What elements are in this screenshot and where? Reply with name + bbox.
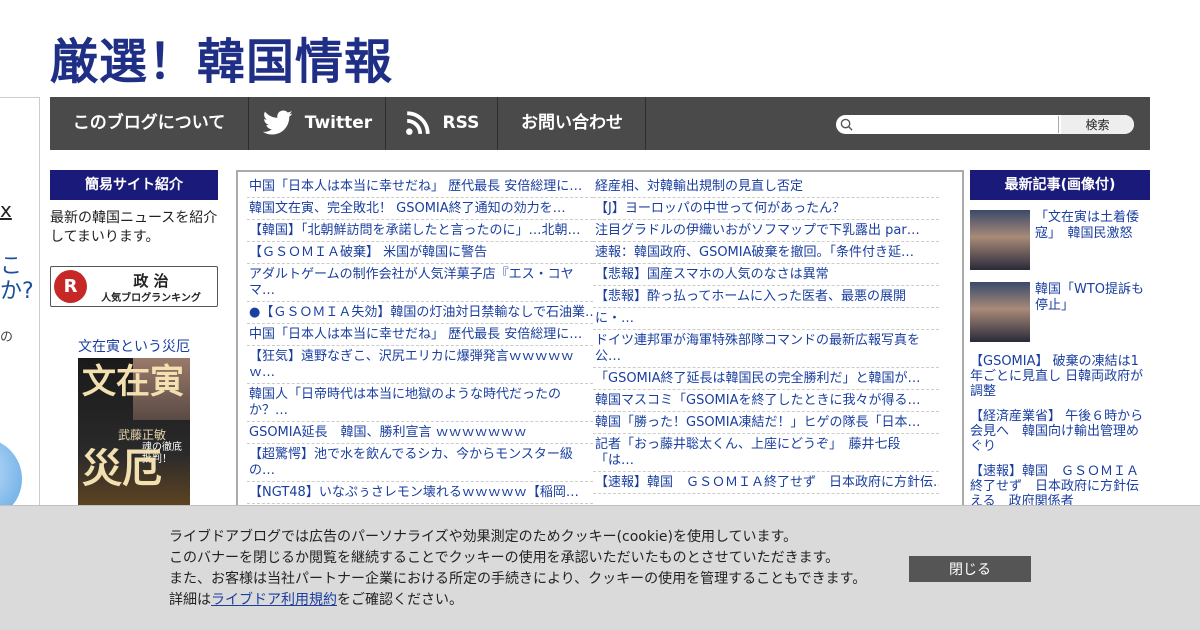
article-link[interactable]: 【経済産業省】 午後６時から会見へ 韓国向け輸出管理めぐり [970, 409, 1150, 454]
list-item[interactable]: 【韓国】「北朝鮮訪問を承諾したと言ったのに」…北朝… [247, 220, 593, 242]
cookie-banner: ライブドアブログでは広告のパーソナライズや効果測定のためクッキー(cookie)… [0, 505, 1200, 630]
list-item[interactable]: 韓国文在寅、完全敗北！ GSOMIA終了通知の効力を… [247, 198, 593, 220]
list-item[interactable]: 中国「日本人は本当に幸せだね」 歴代最長 安倍総理に… [247, 176, 593, 198]
article-thumb-title[interactable]: 「文在寅は土着倭寇」 韓国民激怒 [1035, 210, 1150, 242]
left-sidebar: 簡易サイト紹介 最新の韓国ニュースを紹介してまいります。 R 政 治 人気ブログ… [50, 170, 218, 518]
book-cover-title-2: 災厄 [82, 446, 162, 492]
list-item[interactable]: アダルトゲームの制作会社が人気洋菓子店『エス・コヤマ… [247, 264, 593, 302]
article-thumbnail[interactable] [970, 210, 1030, 270]
article-thumb-item[interactable]: 「文在寅は土着倭寇」 韓国民激怒 [970, 210, 1150, 272]
ranking-banner[interactable]: R 政 治 人気ブログランキング [50, 266, 218, 307]
list-item[interactable]: 【ＧＳＯＭＩＡ破棄】 米国が韓国に警告 [247, 242, 593, 264]
list-item[interactable]: 中国「日本人は本当に幸せだね」 歴代最長 安倍総理に… [247, 324, 593, 346]
nav-about[interactable]: このブログについて [50, 97, 249, 150]
list-item[interactable]: 【J】ヨーロッパの中世って何があったん？ [593, 198, 939, 220]
list-item[interactable]: ドイツ連邦軍が海軍特殊部隊コマンドの最新広報写真を公… [593, 330, 939, 368]
nav-contact[interactable]: お問い合わせ [499, 97, 646, 150]
list-item[interactable]: 韓国マスコミ「GSOMIAを終了したときに我々が得る… [593, 390, 939, 412]
site-intro-header: 簡易サイト紹介 [50, 170, 218, 200]
list-item[interactable]: 【超驚愕】池で水を飲んでるシカ、今からモンスター級の… [247, 444, 593, 482]
book-cover-title-1: 文在寅 [82, 362, 184, 402]
article-thumb-title[interactable]: 韓国「WTO提訴も停止」 [1035, 282, 1150, 314]
article-thumbnail[interactable] [970, 282, 1030, 342]
link-list-box: 中国「日本人は本当に幸せだね」 歴代最長 安倍総理に… 韓国文在寅、完全敗北！ … [236, 170, 964, 515]
ranking-category: 政 治 [133, 272, 169, 290]
site-title[interactable]: 厳選！韓国情報 [50, 22, 393, 92]
nav-about-label: このブログについて [72, 113, 226, 133]
list-item[interactable]: 速報：韓国政府、GSOMIA破棄を撤回。「条件付き延… [593, 242, 939, 264]
nav-rss[interactable]: RSS [387, 97, 498, 150]
list-item[interactable]: 【NGT48】いなぷぅさレモン壊れるｗｗｗｗｗ【稲岡… [247, 482, 593, 504]
nav-bar: このブログについて Twitter RSS お問い合わせ 検索 [50, 97, 1150, 150]
ranking-logo-icon: R [54, 270, 87, 303]
link-column-1: 中国「日本人は本当に幸せだね」 歴代最長 安倍総理に… 韓国文在寅、完全敗北！ … [247, 176, 593, 504]
latest-articles-header: 最新記事(画像付) [970, 170, 1150, 200]
side-ad-text-4: の [0, 330, 14, 345]
list-item[interactable]: 【悲報】酔っ払ってホームに入った医者、最悪の展開 [593, 286, 939, 308]
list-item[interactable]: 記者「おっ藤井聡太くん、上座にどうぞ」 藤井七段「は… [593, 434, 939, 472]
search-box: 検索 [836, 115, 1134, 134]
link-column-2: 経産相、対韓輸出規制の見直し否定 【J】ヨーロッパの中世って何があったん？ 注目… [593, 176, 939, 494]
list-item[interactable]: 「GSOMIA終了延長は韓国民の完全勝利だ」と韓国が… [593, 368, 939, 390]
site-intro-text: 最新の韓国ニュースを紹介してまいります。 [50, 210, 218, 245]
side-ad-strip[interactable]: x こ か? の [0, 97, 40, 517]
list-item[interactable]: 【悲報】国産スマホの人気のなさは異常 [593, 264, 939, 286]
side-ad-text-3: か? [0, 279, 34, 304]
article-link[interactable]: 【速報】韓国 ＧＳＯＭＩＡ終了せず 日本政府に方針伝える 政府関係者 [970, 464, 1150, 509]
nav-twitter-label: Twitter [304, 113, 373, 133]
article-link[interactable]: 【GSOMIA】 破棄の凍結は1年ごとに見直し 日韓両政府が調整 [970, 354, 1150, 399]
cookie-line-4: 詳細はライブドア利用規約をご確認ください。 [169, 590, 866, 611]
list-item[interactable]: 韓国「勝った！GSOMIA凍結だ！」ヒゲの隊長「日本… [593, 412, 939, 434]
cookie-line-3: また、お客様は当社パートナー企業における所定の手続きにより、クッキーの使用を管理… [169, 571, 867, 587]
close-button[interactable]: 閉じる [909, 556, 1031, 582]
cookie-line-4-post: をご確認ください。 [337, 592, 463, 608]
cookie-line-1: ライブドアブログでは広告のパーソナライズや効果測定のためクッキー(cookie)… [169, 529, 798, 545]
twitter-icon [262, 110, 293, 135]
page: x こ か? の 厳選！韓国情報 このブログについて Twitter RSS お… [0, 0, 1200, 630]
cookie-line-4-pre: 詳細は [169, 592, 211, 608]
list-item[interactable]: 経産相、対韓輸出規制の見直し否定 [593, 176, 939, 198]
cookie-line-2: このバナーを閉じるか閲覧を継続することでクッキーの使用を承認いただいたものとさせ… [169, 550, 840, 566]
list-item[interactable]: 【速報】韓国 ＧＳＯＭＩＡ終了せず 日本政府に方針伝… [593, 472, 939, 494]
cookie-text: ライブドアブログでは広告のパーソナライズや効果測定のためクッキー(cookie)… [169, 527, 866, 611]
right-sidebar: 最新記事(画像付) 「文在寅は土着倭寇」 韓国民激怒 韓国「WTO提訴も停止」 … [970, 170, 1150, 509]
nav-rss-label: RSS [442, 113, 480, 133]
terms-link[interactable]: ライブドア利用規約 [211, 592, 337, 608]
list-item[interactable]: ●【ＧＳＯＭＩＡ失効】韓国の灯油対日禁輸なしで石油業… [247, 302, 593, 324]
list-item[interactable]: 注目グラドルの伊織いおがソフマップで下乳露出 par… [593, 220, 939, 242]
book-cover-image[interactable]: 文在寅 武藤正敏 魂の徹底批判！ 災厄 [78, 358, 190, 518]
search-button[interactable]: 検索 [1061, 115, 1134, 134]
ranking-label: 人気ブログランキング [101, 293, 201, 304]
book-title-link[interactable]: 文在寅という災厄 [50, 336, 218, 356]
rss-icon [405, 111, 430, 135]
search-input[interactable] [856, 116, 1059, 133]
list-item[interactable]: に・… [593, 308, 939, 330]
search-icon [840, 118, 853, 131]
nav-twitter[interactable]: Twitter [250, 97, 386, 150]
side-ad-text-1: x [0, 198, 12, 222]
list-item[interactable]: 韓国人「日帝時代は本当に地獄のような時代だったのか？… [247, 384, 593, 422]
nav-contact-label: お問い合わせ [521, 113, 623, 133]
list-item[interactable]: 【狂気】遠野なぎこ、沢尻エリカに爆弾発言ｗｗｗｗｗｗ… [247, 346, 593, 384]
article-thumb-item[interactable]: 韓国「WTO提訴も停止」 [970, 282, 1150, 344]
list-item[interactable]: GSOMIA延長 韓国、勝利宣言 ｗｗｗｗｗｗｗ [247, 422, 593, 444]
